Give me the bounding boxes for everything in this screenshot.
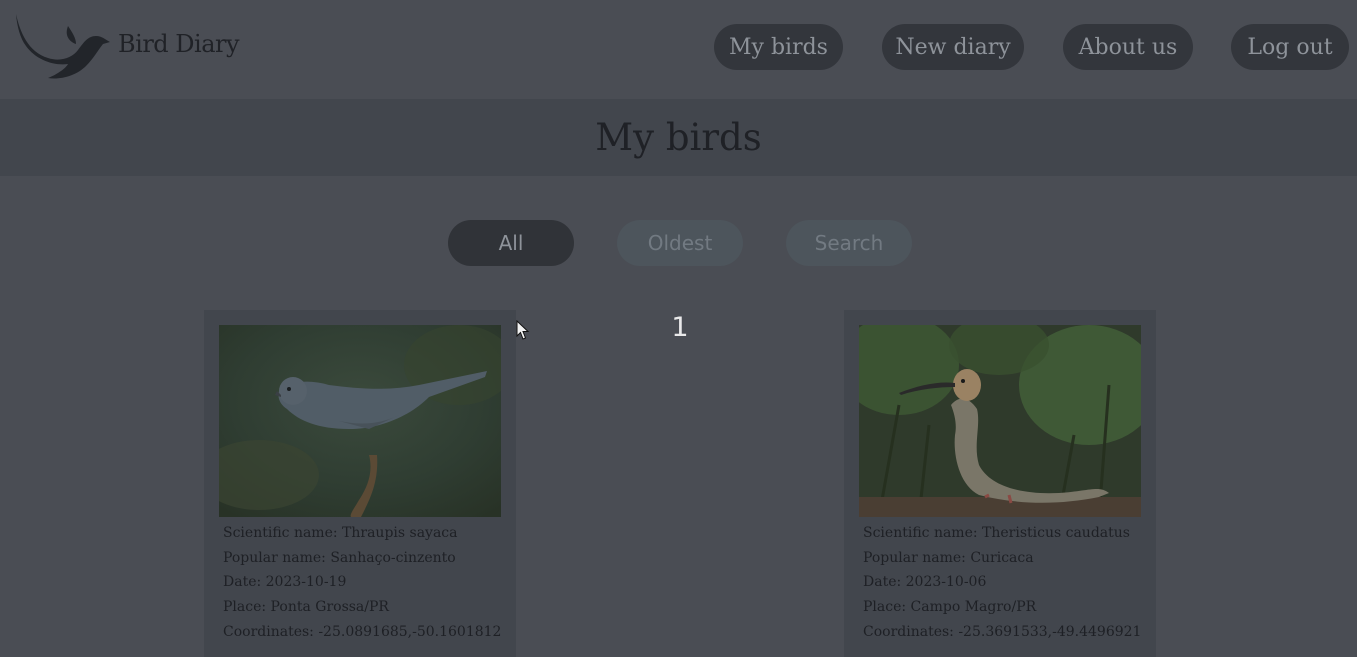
- bird-logo-icon[interactable]: [14, 12, 114, 84]
- bird-photo-thraupis-sayaca[interactable]: [219, 325, 501, 517]
- popular-name: Popular name: Curicaca: [863, 549, 1034, 566]
- sighting-date: Date: 2023-10-06: [863, 574, 987, 591]
- bird-info: Scientific name: Thraupis sayaca Popular…: [223, 521, 501, 645]
- bird-info: Scientific name: Theristicus caudatus Po…: [863, 521, 1141, 645]
- coordinates: Coordinates: -25.0891685,-50.1601812: [223, 623, 502, 640]
- popular-name: Popular name: Sanhaço-cinzento: [223, 549, 456, 566]
- filter-search-button[interactable]: Search: [786, 220, 912, 266]
- filter-all-button[interactable]: All: [448, 220, 574, 266]
- page-title-band: My birds: [0, 99, 1357, 176]
- nav-new-diary-button[interactable]: New diary: [882, 24, 1024, 70]
- bird-card[interactable]: Scientific name: Theristicus caudatus Po…: [844, 310, 1156, 657]
- coordinates: Coordinates: -25.3691533,-49.4496921: [863, 623, 1142, 640]
- page-number: 1: [671, 312, 689, 343]
- sighting-place: Place: Campo Magro/PR: [863, 599, 1037, 616]
- scientific-name: Scientific name: Thraupis sayaca: [223, 525, 458, 541]
- nav-my-birds-button[interactable]: My birds: [714, 24, 843, 70]
- filter-oldest-button[interactable]: Oldest: [617, 220, 743, 266]
- brand-name[interactable]: Bird Diary: [118, 30, 240, 58]
- mouse-cursor-icon: [516, 320, 530, 340]
- nav-about-us-button[interactable]: About us: [1063, 24, 1193, 70]
- bird-card[interactable]: Scientific name: Thraupis sayaca Popular…: [204, 310, 516, 657]
- nav-log-out-button[interactable]: Log out: [1231, 24, 1349, 70]
- top-navigation-bar: Bird Diary My birds New diary About us L…: [0, 0, 1357, 99]
- scientific-name: Scientific name: Theristicus caudatus: [863, 525, 1130, 541]
- sighting-place: Place: Ponta Grossa/PR: [223, 599, 389, 616]
- sighting-date: Date: 2023-10-19: [223, 574, 347, 591]
- bird-photo-theristicus-caudatus[interactable]: [859, 325, 1141, 517]
- page-title: My birds: [595, 116, 762, 159]
